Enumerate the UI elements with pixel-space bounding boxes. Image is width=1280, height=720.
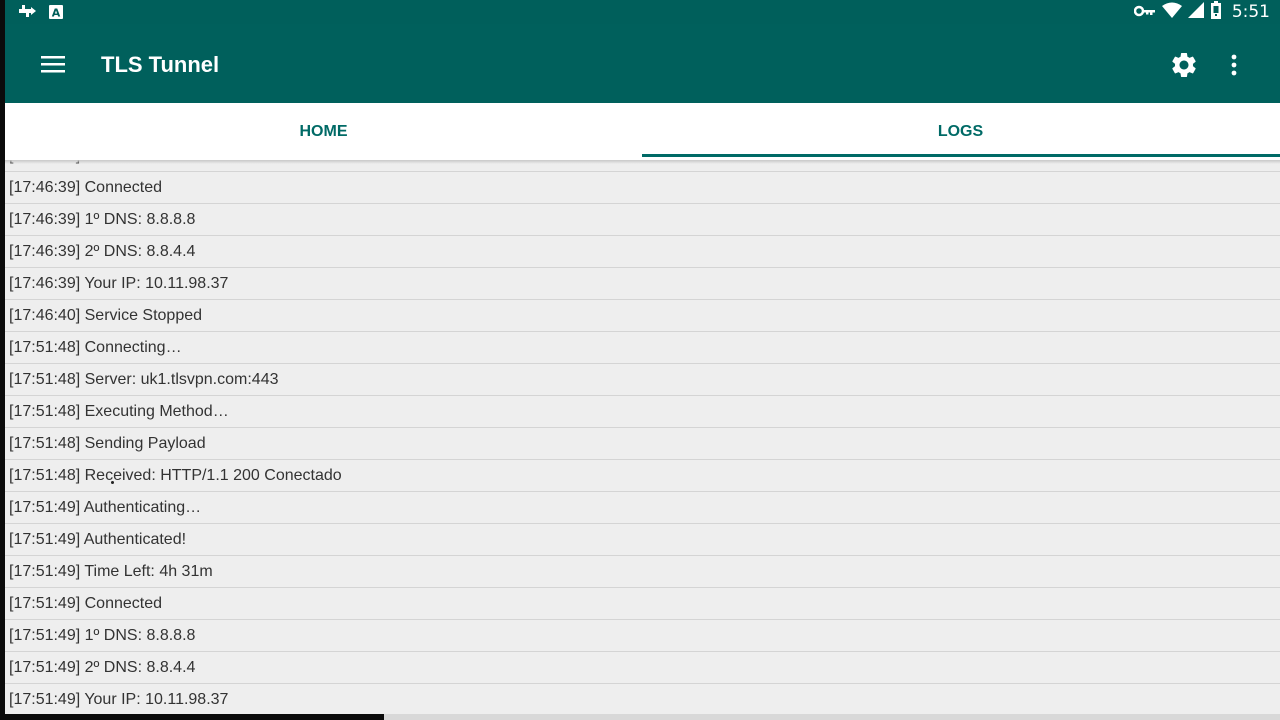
log-entry: [17:46:39] Your IP: 10.11.98.37 xyxy=(5,268,1280,300)
tab-shadow xyxy=(5,160,1280,164)
tab-bar: HOME LOGS xyxy=(5,103,1280,160)
battery-icon xyxy=(1210,1,1222,23)
gear-icon xyxy=(1172,53,1196,77)
hamburger-menu-icon xyxy=(41,56,65,73)
wifi-icon xyxy=(1161,2,1182,22)
settings-button[interactable] xyxy=(1169,50,1199,80)
usb-debug-icon xyxy=(17,3,37,23)
vpn-key-icon xyxy=(1133,3,1156,22)
signal-icon xyxy=(1187,2,1204,22)
log-entry: [17:46:39] 1º DNS: 8.8.8.8 xyxy=(5,204,1280,236)
log-entry: [17:46:39] Connected xyxy=(5,172,1280,204)
more-vert-icon xyxy=(1231,54,1237,76)
log-entry: [17:51:49] Authenticating… xyxy=(5,492,1280,524)
clock: 5:51 xyxy=(1231,2,1270,22)
tab-logs[interactable]: LOGS xyxy=(642,103,1279,160)
bottom-edge xyxy=(0,714,1280,720)
log-entry: [17:51:48] Connecting… xyxy=(5,332,1280,364)
log-scroll-area[interactable]: [17:46:39] Time Left: 4h 36m[17:46:39] C… xyxy=(5,160,1280,714)
tab-indicator xyxy=(642,154,1280,157)
log-entry: [17:51:48] Executing Method… xyxy=(5,396,1280,428)
log-entry: [17:51:49] 1º DNS: 8.8.8.8 xyxy=(5,620,1280,652)
menu-button[interactable] xyxy=(39,50,67,78)
log-entry: [17:51:49] Time Left: 4h 31m xyxy=(5,556,1280,588)
app-title: TLS Tunnel xyxy=(101,52,220,77)
touch-cursor xyxy=(111,481,114,484)
status-bar: A 5:51 xyxy=(5,0,1280,24)
notification-a-icon: A xyxy=(49,4,63,23)
log-entry: [17:51:48] Received: HTTP/1.1 200 Conect… xyxy=(5,460,1280,492)
app-bar: TLS Tunnel xyxy=(5,24,1280,103)
tab-home[interactable]: HOME xyxy=(5,103,642,160)
log-list: [17:46:39] Time Left: 4h 36m[17:46:39] C… xyxy=(5,160,1280,714)
log-entry: [17:51:49] Your IP: 10.11.98.37 xyxy=(5,684,1280,714)
app-screen: A 5:51 TLS Tunnel [17:46:39] Connected [… xyxy=(5,0,1280,714)
log-entry: [17:51:49] 2º DNS: 8.8.4.4 xyxy=(5,652,1280,684)
log-entry: [17:46:39] 2º DNS: 8.8.4.4 xyxy=(5,236,1280,268)
svg-text:A: A xyxy=(52,6,61,19)
overflow-menu-button[interactable] xyxy=(1221,52,1247,78)
log-entry: [17:51:48] Sending Payload xyxy=(5,428,1280,460)
log-entry: [17:51:49] Authenticated! xyxy=(5,524,1280,556)
log-entry: [17:51:49] Connected xyxy=(5,588,1280,620)
log-entry: [17:46:40] Service Stopped xyxy=(5,300,1280,332)
log-entry: [17:51:48] Server: uk1.tlsvpn.com:443 xyxy=(5,364,1280,396)
